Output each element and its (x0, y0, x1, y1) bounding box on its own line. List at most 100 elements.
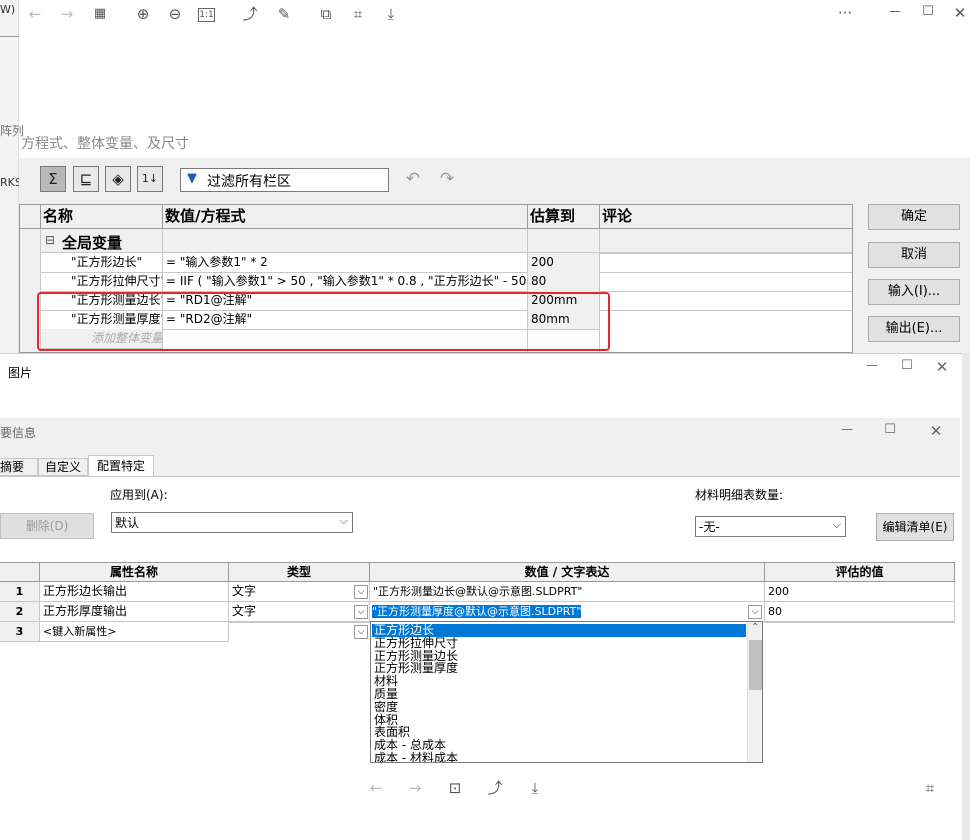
fit-screen-icon[interactable]: ⊡ (445, 779, 465, 799)
tag-view-icon[interactable]: ◈ (105, 166, 131, 192)
value-cell-editing[interactable]: "正方形测量厚度@默认@示意图.SLDPRT" (370, 602, 765, 622)
next-arrow-icon[interactable]: → (405, 779, 425, 799)
tab-custom[interactable]: 自定义 (38, 458, 88, 476)
copy-icon[interactable]: ⧉ (316, 5, 336, 25)
rotate-icon[interactable]: ⤴ (240, 5, 260, 25)
dropdown-item[interactable]: 正方形拉伸尺寸 (374, 636, 458, 650)
chevron-down-icon: ⌵ (832, 518, 841, 531)
zoom-in-icon[interactable]: ⊕ (133, 5, 153, 25)
back-arrow-icon[interactable]: ← (25, 5, 45, 25)
download-icon[interactable]: ⤓ (525, 779, 545, 799)
dropdown-item[interactable]: 质量 (374, 688, 398, 701)
left-tab-label: W) (0, 3, 16, 16)
eq-row-eval: 200 (528, 253, 600, 273)
redo-icon[interactable]: ↷ (437, 170, 457, 190)
scrollbar-thumb[interactable] (749, 640, 762, 690)
eq-row-name[interactable]: "正方形拉伸尺寸" (41, 272, 163, 292)
export-button[interactable]: 输出(E)... (868, 316, 960, 342)
undo-icon[interactable]: ↶ (403, 170, 423, 190)
minimize-icon[interactable]: — (883, 4, 907, 18)
property-name-cell[interactable]: 正方形边长输出 (40, 582, 229, 602)
picture-maximize-icon[interactable]: ☐ (895, 358, 919, 373)
evaluated-cell: 80 (765, 602, 955, 622)
delete-button[interactable]: 删除(D) (0, 513, 94, 539)
apply-to-label: 应用到(A): (110, 488, 168, 502)
right-edge-strip (962, 353, 970, 840)
props-minimize-icon[interactable]: — (835, 422, 859, 436)
scroll-up-icon[interactable]: ⌃ (751, 622, 759, 633)
property-name-cell[interactable]: 正方形厚度输出 (40, 602, 229, 622)
prev-arrow-icon[interactable]: ← (366, 779, 386, 799)
apply-to-select[interactable]: 默认 ⌵ (111, 512, 353, 533)
import-button[interactable]: 输入(I)... (868, 279, 960, 305)
picture-close-icon[interactable]: ✕ (930, 358, 954, 376)
ok-button[interactable]: 确定 (868, 204, 960, 230)
grid-icon[interactable]: ▦ (90, 5, 110, 25)
tab-configuration[interactable]: 配置特定 (88, 455, 154, 477)
chevron-down-icon[interactable]: ⌵ (354, 605, 368, 619)
sort-order-icon[interactable]: 1↓ (137, 166, 163, 192)
edit-icon[interactable]: ✎ (274, 5, 294, 25)
zoom-out-icon[interactable]: ⊖ (165, 5, 185, 25)
eq-row-value[interactable]: = "输入参数1" * 2 (163, 253, 528, 273)
forward-arrow-icon[interactable]: → (57, 5, 77, 25)
eq-row-name[interactable]: "正方形边长" (41, 253, 163, 273)
left-divider (0, 36, 19, 37)
value-cell[interactable]: "正方形测量边长@默认@示意图.SLDPRT" (370, 582, 765, 602)
dropdown-item[interactable]: 成本 - 材料成本 (374, 752, 458, 762)
sheet-view-icon[interactable]: ⊑ (73, 166, 99, 192)
apply-to-value: 默认 (115, 516, 140, 530)
type-cell[interactable]: 文字 (229, 582, 370, 602)
eq-row-comment[interactable] (600, 310, 852, 311)
col-header-value: 数值/方程式 (163, 205, 528, 229)
highlight-box (37, 292, 610, 351)
chevron-down-icon[interactable]: ⌵ (354, 585, 368, 599)
rotate-icon[interactable]: ⤴ (485, 779, 505, 799)
chevron-down-icon: ⌵ (339, 514, 348, 527)
type-cell[interactable] (229, 622, 370, 623)
bom-quantity-value: -无- (699, 520, 720, 534)
sigma-view-icon[interactable]: Σ (40, 166, 66, 192)
cancel-button[interactable]: 取消 (868, 242, 960, 268)
picture-minimize-icon[interactable]: — (860, 358, 884, 372)
dropdown-scrollbar[interactable]: ⌃ (747, 622, 762, 762)
eq-row-comment[interactable] (600, 253, 852, 254)
more-menu-icon[interactable]: ··· (833, 4, 857, 22)
evaluated-cell: 200 (765, 582, 955, 602)
group-label: 全局变量 (62, 234, 123, 252)
row-number: 3 (0, 622, 40, 642)
picture-window-title: 图片 (8, 366, 33, 380)
props-maximize-icon[interactable]: ☐ (878, 422, 902, 437)
col-header-property-name: 属性名称 (40, 563, 229, 582)
eq-row-comment[interactable] (600, 291, 852, 292)
type-cell[interactable]: 文字 (229, 602, 370, 622)
new-property-cell[interactable]: <键入新属性> (40, 622, 229, 642)
col-header-comment: 评论 (600, 205, 852, 229)
ocr-icon[interactable]: ⌗ (920, 779, 940, 799)
props-close-icon[interactable]: ✕ (924, 422, 948, 440)
value-dropdown-list[interactable]: 正方形边长 正方形拉伸尺寸 正方形测量边长 正方形测量厚度 材料 质量 密度 体… (370, 621, 763, 763)
close-icon[interactable]: ✕ (948, 4, 970, 22)
equation-dialog-title: 方程式、整体变量、及尺寸 (21, 136, 189, 152)
chevron-down-icon[interactable]: ⌵ (748, 605, 762, 619)
col-header-name: 名称 (41, 205, 163, 229)
chevron-down-icon[interactable]: ⌵ (354, 625, 368, 639)
properties-dialog-title: 要信息 (0, 426, 37, 440)
collapse-toggle-icon[interactable]: ⊟ (45, 233, 55, 247)
dropdown-item-selected[interactable]: 正方形边长 (372, 624, 746, 637)
ocr-icon[interactable]: ⌗ (348, 5, 368, 25)
bom-quantity-select[interactable]: -无- ⌵ (695, 516, 846, 537)
eq-row-value[interactable]: = IIF ( "输入参数1" > 50 , "输入参数1" * 0.8 , "… (163, 272, 528, 292)
edit-list-button[interactable]: 编辑清单(E) (876, 513, 954, 541)
eq-row-comment[interactable] (600, 272, 852, 273)
col-header-value: 数值 / 文字表达 (370, 563, 765, 582)
filter-box[interactable]: ▼ 过滤所有栏区 (180, 168, 389, 192)
eq-row-eval: 80 (528, 272, 600, 292)
actual-size-icon[interactable]: 1:1 (198, 8, 215, 22)
selected-value-text: "正方形测量厚度@默认@示意图.SLDPRT" (372, 605, 582, 618)
tab-summary[interactable]: 摘要 (0, 458, 38, 476)
maximize-icon[interactable]: ☐ (916, 4, 940, 19)
download-icon[interactable]: ⤓ (381, 5, 401, 25)
row-number: 1 (0, 582, 40, 602)
dropdown-item[interactable]: 密度 (374, 700, 398, 714)
